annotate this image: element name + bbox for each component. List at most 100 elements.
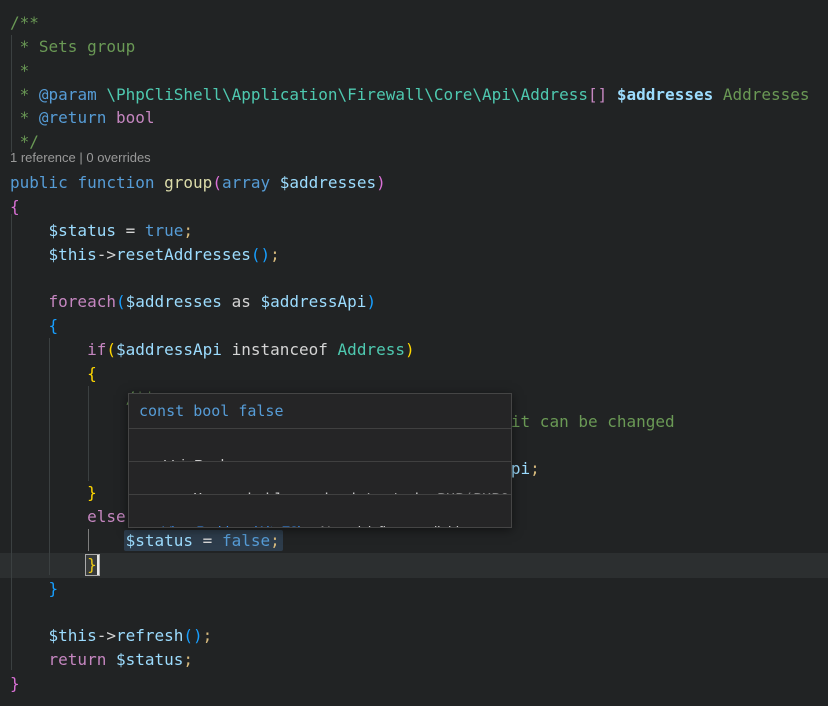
code-token: return	[49, 650, 107, 669]
code-token: $this	[49, 626, 97, 645]
code-line[interactable]: * Sets group	[10, 35, 828, 59]
hover-signature: const bool false	[129, 394, 511, 428]
codelens-references[interactable]: 1 reference | 0 overrides	[10, 148, 151, 168]
code-token: $status	[116, 650, 183, 669]
code-line[interactable]: {	[10, 362, 828, 386]
code-line[interactable]: * @param \PhpCliShell\Application\Firewa…	[10, 83, 828, 107]
hover-signature-token	[229, 402, 238, 420]
code-token: if	[87, 340, 106, 359]
code-token: Address	[338, 340, 405, 359]
code-token: /**	[10, 13, 39, 32]
code-line[interactable]: * @return bool	[10, 106, 828, 130]
code-token: ->	[97, 245, 116, 264]
code-token: }	[10, 674, 20, 693]
code-token: \PhpCliShell\Application\Firewall\Core\A…	[106, 85, 588, 104]
code-token: ;	[183, 221, 193, 240]
code-token	[106, 650, 116, 669]
code-token	[270, 173, 280, 192]
code-line[interactable]: }	[10, 553, 828, 577]
code-token: $this	[49, 245, 97, 264]
code-token	[106, 108, 116, 127]
code-token: resetAddresses	[116, 245, 251, 264]
code-line[interactable]	[10, 600, 828, 624]
code-token: )	[405, 340, 415, 359]
code-token	[68, 173, 78, 192]
code-token: ()	[183, 626, 202, 645]
code-token: else	[87, 507, 126, 526]
code-token	[10, 507, 87, 526]
code-token: ->	[97, 626, 116, 645]
code-token	[10, 555, 87, 574]
hover-signature-token: bool	[193, 402, 229, 420]
code-token: )	[366, 292, 376, 311]
code-token: bool	[116, 108, 155, 127]
hover-doc-row: Voir Booleans .	[129, 428, 511, 461]
code-token: ()	[251, 245, 270, 264]
code-line[interactable]: }	[10, 577, 828, 601]
code-token: array	[222, 173, 270, 192]
diagnostic-source: PHP(PHP0419)	[419, 490, 511, 494]
code-line[interactable]: {	[10, 314, 828, 338]
code-token: ;	[183, 650, 193, 669]
code-token: ;	[270, 245, 280, 264]
code-line[interactable]: public function group(array $addresses)	[10, 171, 828, 195]
text-cursor	[97, 555, 99, 575]
code-token: $addresses	[617, 85, 713, 104]
code-token: {	[49, 316, 59, 335]
code-token: function	[77, 173, 154, 192]
code-line[interactable]: /**	[10, 11, 828, 35]
code-token	[10, 388, 126, 407]
code-token: *	[10, 85, 39, 104]
hover-diagnostic-row: Unreachable code detected PHP(PHP0419)	[129, 461, 511, 494]
code-token	[10, 579, 49, 598]
code-token: $addressApi	[260, 292, 366, 311]
hover-status-row: View Problem (Alt+F8) No quick fixes avai…	[129, 494, 511, 527]
code-token	[10, 292, 49, 311]
code-token	[10, 221, 49, 240]
code-token: as	[222, 292, 261, 311]
code-token	[10, 316, 49, 335]
code-token: (	[116, 292, 126, 311]
code-token	[10, 245, 49, 264]
code-token: $addressApi	[116, 340, 222, 359]
code-line[interactable]	[10, 267, 828, 291]
code-line[interactable]: }	[10, 672, 828, 696]
code-token	[10, 340, 87, 359]
code-token: $addresses	[280, 173, 376, 192]
code-line[interactable]: $this->refresh();	[10, 624, 828, 648]
code-token: true	[145, 221, 184, 240]
code-token: =	[116, 221, 145, 240]
code-line[interactable]: $this->resetAddresses();	[10, 243, 828, 267]
code-token: refresh	[116, 626, 183, 645]
view-problem-link[interactable]: View Problem (Alt+F8)	[162, 523, 302, 527]
hover-signature-token: false	[238, 402, 283, 420]
code-token: *	[10, 61, 29, 80]
code-editor[interactable]: /** * Sets group * * @param \PhpCliShell…	[0, 0, 828, 706]
code-token: (	[106, 340, 116, 359]
code-line[interactable]: return $status;	[10, 648, 828, 672]
code-token: $addresses	[126, 292, 222, 311]
hover-signature-token	[184, 402, 193, 420]
code-token	[10, 650, 49, 669]
no-quick-fixes-text: No quick fixes available	[321, 523, 467, 527]
code-token	[10, 483, 87, 502]
code-token: group	[164, 173, 212, 192]
code-token: {	[87, 364, 97, 383]
code-token: []	[588, 85, 607, 104]
code-token: (	[212, 173, 222, 192]
code-token: ;	[203, 626, 213, 645]
code-line[interactable]: $status = true;	[10, 219, 828, 243]
diagnostic-source-code: PHP(PHP0419)	[437, 490, 511, 494]
code-token: ;	[530, 459, 540, 478]
code-line[interactable]: {	[10, 195, 828, 219]
code-token: $status	[49, 221, 116, 240]
code-token: @param	[39, 85, 97, 104]
code-line[interactable]: *	[10, 59, 828, 83]
code-token: )	[376, 173, 386, 192]
code-token: * Sets group	[10, 37, 135, 56]
code-line[interactable]: foreach($addresses as $addressApi)	[10, 290, 828, 314]
code-token	[607, 85, 617, 104]
code-token: {	[10, 197, 20, 216]
code-line[interactable]: if($addressApi instanceof Address)	[10, 338, 828, 362]
code-token: instanceof	[232, 340, 328, 359]
